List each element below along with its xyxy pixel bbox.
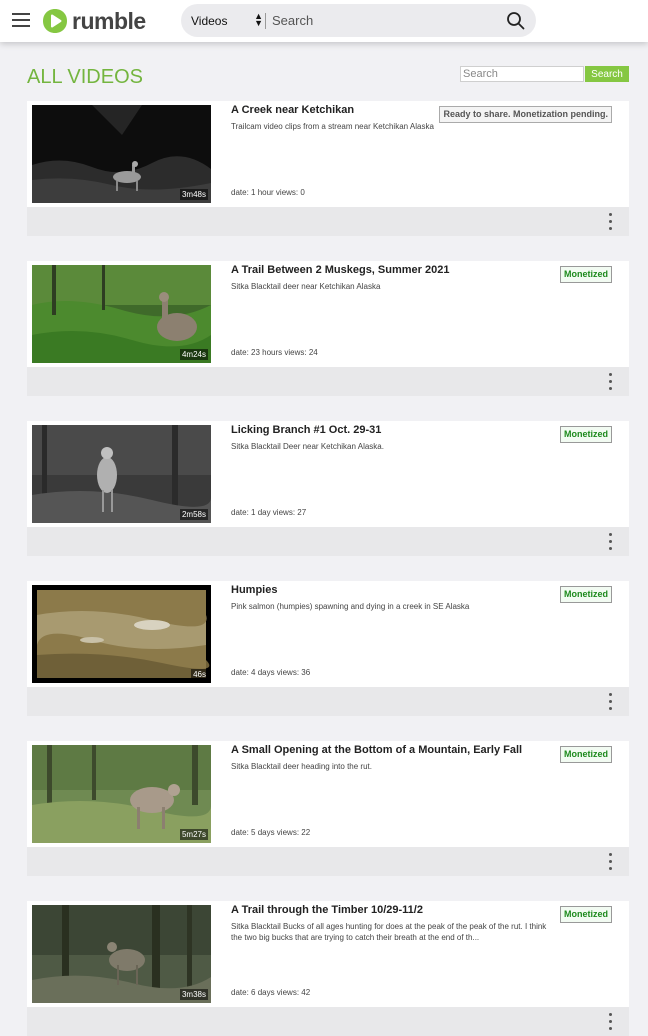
status-badge: Monetized	[560, 906, 612, 923]
video-description: Sitka Blacktail deer heading into the ru…	[231, 762, 372, 771]
video-thumbnail[interactable]: 3m38s	[32, 905, 211, 1003]
search-category-value: Videos	[191, 13, 228, 28]
more-options-icon[interactable]	[609, 693, 613, 713]
search-bar: Videos ▲ ▼	[181, 4, 536, 37]
video-card: 3m38s A Trail through the Timber 10/29-1…	[27, 901, 629, 1036]
video-title[interactable]: A Trail Between 2 Muskegs, Summer 2021	[231, 264, 551, 276]
top-header: rumble Videos ▲ ▼	[0, 0, 648, 42]
video-card: 4m24s A Trail Between 2 Muskegs, Summer …	[27, 261, 629, 396]
search-category-select[interactable]: Videos ▲ ▼	[191, 12, 263, 29]
video-card: 5m27s A Small Opening at the Bottom of a…	[27, 741, 629, 876]
status-badge: Monetized	[560, 586, 612, 603]
video-meta: date: 6 days views: 42	[231, 988, 311, 997]
status-badge: Monetized	[560, 266, 612, 283]
video-card: 2m58s Licking Branch #1 Oct. 29-31 Sitka…	[27, 421, 629, 556]
video-description: Pink salmon (humpies) spawning and dying…	[231, 602, 470, 611]
rumble-logo[interactable]: rumble	[42, 8, 146, 34]
video-meta: date: 23 hours views: 24	[231, 348, 318, 357]
video-card: 3m48s A Creek near Ketchikan Trailcam vi…	[27, 101, 629, 236]
video-thumbnail[interactable]: 3m48s	[32, 105, 211, 203]
video-meta: date: 5 days views: 22	[231, 828, 311, 837]
video-card: 46s Humpies Pink salmon (humpies) spawni…	[27, 581, 629, 716]
video-thumbnail[interactable]: 46s	[32, 585, 211, 683]
video-title[interactable]: Licking Branch #1 Oct. 29-31	[231, 424, 551, 436]
page-title: ALL VIDEOS	[27, 66, 143, 88]
rumble-play-icon	[43, 9, 67, 33]
divider	[265, 13, 266, 29]
more-options-icon[interactable]	[609, 373, 613, 393]
video-duration: 4m24s	[179, 349, 208, 360]
select-arrows-icon: ▲ ▼	[254, 11, 263, 28]
video-filter-input[interactable]	[460, 66, 584, 82]
card-action-bar	[27, 1007, 629, 1036]
video-thumbnail[interactable]: 5m27s	[32, 745, 211, 843]
card-action-bar	[27, 367, 629, 396]
card-action-bar	[27, 527, 629, 556]
video-thumbnail[interactable]: 4m24s	[32, 265, 211, 363]
more-options-icon[interactable]	[609, 533, 613, 553]
more-options-icon[interactable]	[609, 213, 613, 233]
status-badge: Monetized	[560, 426, 612, 443]
video-duration: 46s	[191, 669, 208, 680]
status-badge: Ready to share. Monetization pending.	[439, 106, 612, 123]
video-duration: 3m48s	[179, 189, 208, 200]
card-action-bar	[27, 207, 629, 236]
video-title[interactable]: A Small Opening at the Bottom of a Mount…	[231, 744, 551, 756]
video-description: Sitka Blacktail Deer near Ketchikan Alas…	[231, 442, 384, 451]
video-duration: 2m58s	[179, 509, 208, 520]
more-options-icon[interactable]	[609, 1013, 613, 1033]
more-options-icon[interactable]	[609, 853, 613, 873]
video-description: Sitka Blacktail deer near Ketchikan Alas…	[231, 282, 381, 291]
video-meta: date: 1 hour views: 0	[231, 188, 305, 197]
video-thumbnail[interactable]: 2m58s	[32, 425, 211, 523]
video-meta: date: 1 day views: 27	[231, 508, 307, 517]
video-title[interactable]: Humpies	[231, 584, 551, 596]
video-meta: date: 4 days views: 36	[231, 668, 311, 677]
status-badge: Monetized	[560, 746, 612, 763]
search-icon[interactable]	[506, 11, 525, 30]
video-title[interactable]: A Trail through the Timber 10/29-11/2	[231, 904, 551, 916]
card-action-bar	[27, 847, 629, 876]
card-action-bar	[27, 687, 629, 716]
logo-text: rumble	[72, 7, 146, 34]
video-filter-button[interactable]: Search	[585, 66, 629, 82]
video-duration: 3m38s	[179, 989, 208, 1000]
video-description: Sitka Blacktail Bucks of all ages huntin…	[231, 922, 547, 942]
video-duration: 5m27s	[179, 829, 208, 840]
hamburger-menu-icon[interactable]	[12, 13, 30, 27]
search-input[interactable]	[272, 10, 492, 30]
